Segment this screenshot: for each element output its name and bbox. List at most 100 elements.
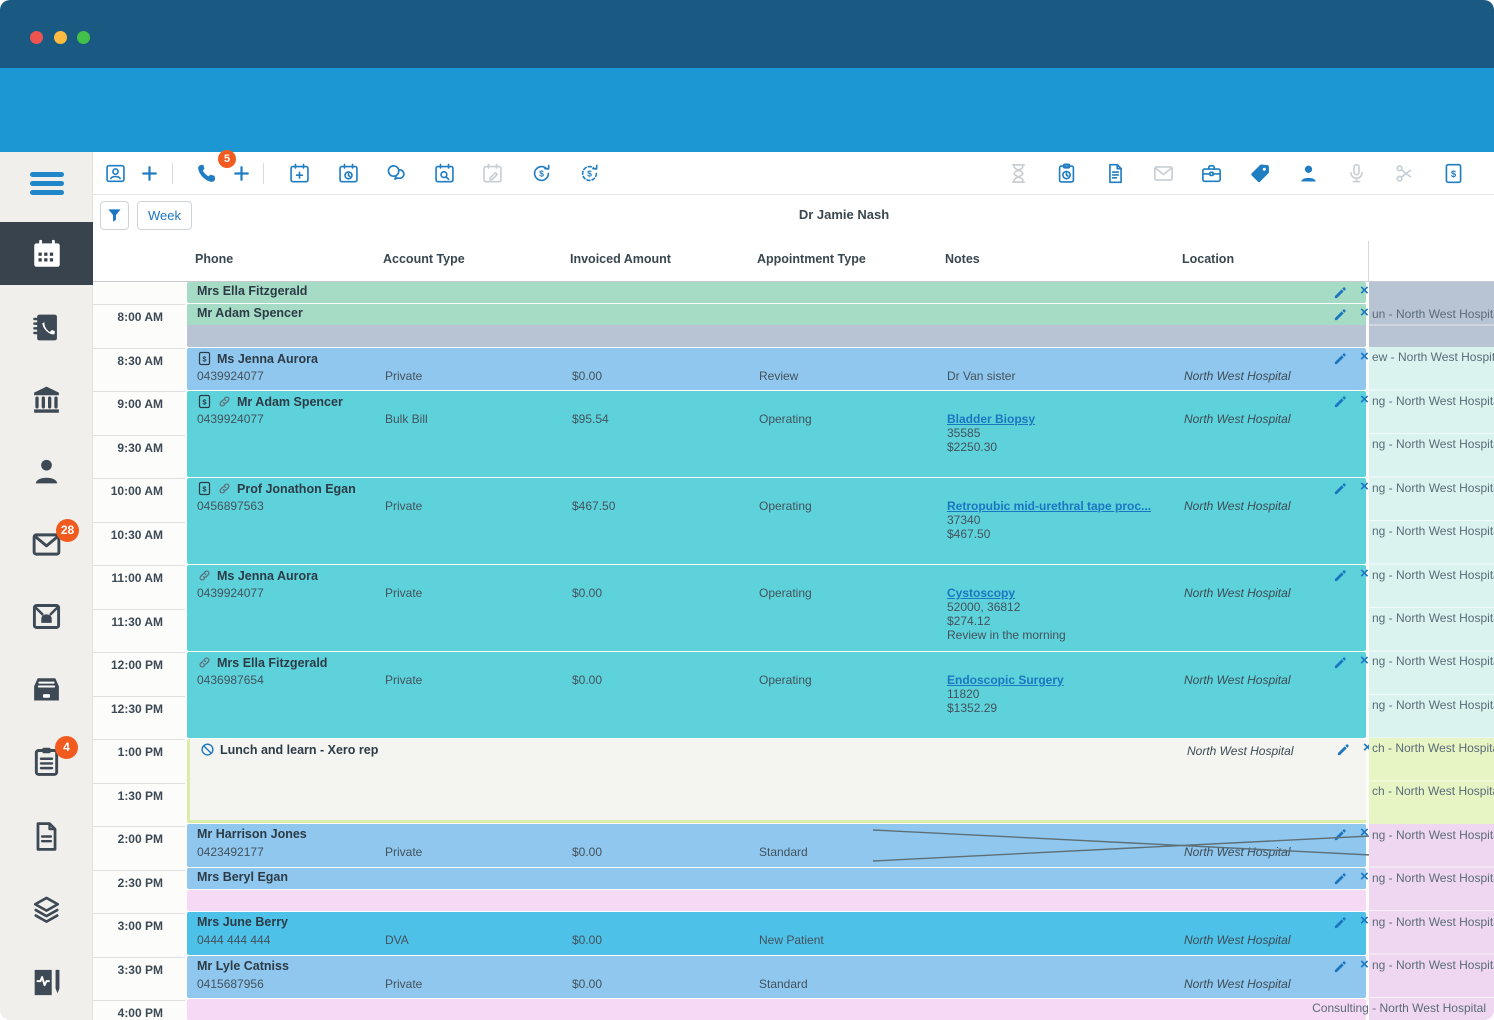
close-window-button[interactable] bbox=[30, 31, 43, 44]
appointment-block[interactable]: $Mr Adam Spencer×0439924077Bulk Bill$95.… bbox=[187, 391, 1366, 477]
tag-icon[interactable] bbox=[1248, 162, 1271, 185]
patient-name: $Ms Jenna Aurora bbox=[197, 351, 318, 366]
appointment-type: Review bbox=[759, 369, 798, 383]
calendar-edit-icon bbox=[481, 162, 504, 185]
calendar-reschedule-icon[interactable] bbox=[337, 162, 360, 185]
invoiced-amount: $0.00 bbox=[572, 369, 602, 383]
procedure-link[interactable]: Cystoscopy bbox=[947, 586, 1015, 600]
column-header: Invoiced Amount bbox=[570, 252, 671, 266]
sidebar-item-documents[interactable] bbox=[0, 820, 93, 853]
adjacent-appointment-label: un - North West Hospital bbox=[1372, 307, 1494, 321]
tasks-badge: 4 bbox=[55, 736, 78, 759]
procedure-link[interactable]: Endoscopic Surgery bbox=[947, 673, 1064, 687]
time-slot-line bbox=[93, 478, 185, 479]
svg-text:$: $ bbox=[202, 354, 207, 363]
phone-icon[interactable] bbox=[195, 162, 218, 185]
adjacent-appointment-label: ng - North West Hospital bbox=[1372, 611, 1494, 625]
adjacent-appointment-label: ng - North West Hospital bbox=[1372, 654, 1494, 668]
edit-appointment-icon[interactable] bbox=[1333, 307, 1348, 322]
practitioner-name: Dr Jamie Nash bbox=[734, 207, 954, 222]
procedure-link[interactable]: Retropubic mid-urethral tape proc... bbox=[947, 499, 1151, 513]
patient-icon[interactable] bbox=[1297, 162, 1320, 185]
sidebar-item-patients[interactable] bbox=[0, 455, 93, 488]
edit-appointment-icon[interactable] bbox=[1333, 915, 1348, 930]
time-label: 2:00 PM bbox=[118, 832, 163, 846]
minimize-window-button[interactable] bbox=[54, 31, 67, 44]
appointment-block[interactable]: $Ms Jenna Aurora×0439924077Private$0.00R… bbox=[187, 348, 1366, 390]
calendar-search-icon[interactable] bbox=[433, 162, 456, 185]
sidebar-item-layers[interactable] bbox=[0, 893, 93, 926]
appointment-block[interactable]: Mr Harrison Jones×0423492177Private$0.00… bbox=[187, 824, 1366, 867]
patient-phone: 0436987654 bbox=[197, 673, 264, 687]
appointment-note-line: $467.50 bbox=[947, 527, 990, 541]
tasks-clipboard-icon[interactable] bbox=[1055, 162, 1078, 185]
sidebar-item-holding[interactable] bbox=[0, 600, 93, 633]
sidebar-item-contacts[interactable] bbox=[0, 311, 93, 344]
filter-button[interactable] bbox=[100, 201, 129, 230]
mail-icon bbox=[1152, 162, 1175, 185]
appointment-type: Operating bbox=[759, 586, 812, 600]
sidebar-item-bank[interactable] bbox=[0, 383, 93, 416]
edit-appointment-icon[interactable] bbox=[1336, 742, 1351, 757]
edit-appointment-icon[interactable] bbox=[1333, 871, 1348, 886]
time-label: 3:30 PM bbox=[118, 963, 163, 977]
add-call-icon[interactable] bbox=[230, 162, 253, 185]
chat-icon[interactable] bbox=[385, 162, 408, 185]
edit-appointment-icon[interactable] bbox=[1333, 481, 1348, 496]
patient-card-icon[interactable] bbox=[104, 162, 127, 185]
appointment-location: North West Hospital bbox=[1184, 845, 1290, 859]
appointment-block[interactable]: Mrs June Berry×0444 444 444DVA$0.00New P… bbox=[187, 912, 1366, 955]
calendar-add-icon[interactable] bbox=[288, 162, 311, 185]
patient-name: Mrs June Berry bbox=[197, 915, 288, 929]
patient-phone: 0456897563 bbox=[197, 499, 264, 513]
appointment-type: New Patient bbox=[759, 933, 824, 947]
briefcase-icon[interactable] bbox=[1200, 162, 1223, 185]
time-gutter: 8:00 AM8:30 AM9:00 AM9:30 AM10:00 AM10:3… bbox=[93, 282, 185, 1020]
linked-appointment-icon bbox=[197, 655, 212, 670]
appointment-block[interactable]: Lunch and learn - Xero rep×North West Ho… bbox=[187, 739, 1366, 823]
maximize-window-button[interactable] bbox=[77, 31, 90, 44]
invoice-icon[interactable]: $ bbox=[1442, 162, 1465, 185]
appointment-block[interactable]: Mr Lyle Catniss×0415687956Private$0.00St… bbox=[187, 956, 1366, 998]
sidebar-item-calendar[interactable] bbox=[0, 222, 93, 285]
edit-appointment-icon[interactable] bbox=[1333, 285, 1348, 300]
week-button[interactable]: Week bbox=[137, 201, 192, 230]
appointment-block[interactable]: $Prof Jonathon Egan×0456897563Private$46… bbox=[187, 478, 1366, 564]
time-label: 12:30 PM bbox=[111, 702, 163, 716]
appointment-block[interactable]: Mr Adam Spencer× bbox=[187, 304, 1366, 347]
appointment-block[interactable]: Mrs Ella Fitzgerald× bbox=[187, 282, 1366, 303]
document-icon[interactable] bbox=[1104, 162, 1127, 185]
patient-name-text: Lunch and learn - Xero rep bbox=[220, 743, 378, 757]
appointment-block[interactable]: Ms Jenna Aurora×0439924077Private$0.00Op… bbox=[187, 565, 1366, 651]
sidebar-item-records[interactable] bbox=[0, 966, 93, 999]
invoiced-amount: $467.50 bbox=[572, 499, 615, 513]
time-slot-line bbox=[93, 565, 185, 566]
menu-icon[interactable] bbox=[30, 172, 64, 199]
payment-transfer-icon[interactable]: $ bbox=[578, 162, 601, 185]
edit-appointment-icon[interactable] bbox=[1333, 394, 1348, 409]
adjacent-schedule-column: un - North West Hospitalew - North West … bbox=[1368, 282, 1494, 1020]
appointment-note-line: $2250.30 bbox=[947, 440, 997, 454]
time-label: 8:30 AM bbox=[117, 354, 163, 368]
edit-appointment-icon[interactable] bbox=[1333, 351, 1348, 366]
column-header-row: PhoneAccount TypeInvoiced AmountAppointm… bbox=[93, 237, 1494, 282]
adjacent-appointment-label: ng - North West Hospital bbox=[1372, 828, 1494, 842]
patient-name-text: Mrs Ella Fitzgerald bbox=[217, 656, 327, 670]
edit-appointment-icon[interactable] bbox=[1333, 959, 1348, 974]
sidebar-item-tray[interactable] bbox=[0, 673, 93, 706]
account-type: Private bbox=[385, 977, 422, 991]
edit-appointment-icon[interactable] bbox=[1333, 827, 1348, 842]
sidebar-item-mail[interactable] bbox=[0, 528, 93, 561]
linked-appointment-icon bbox=[217, 481, 232, 496]
appointment-block[interactable]: Mrs Beryl Egan× bbox=[187, 868, 1366, 889]
add-patient-icon[interactable] bbox=[138, 162, 161, 185]
edit-appointment-icon[interactable] bbox=[1333, 655, 1348, 670]
payment-refresh-icon[interactable]: $ bbox=[530, 162, 553, 185]
sidebar-item-tasks[interactable] bbox=[0, 745, 93, 778]
appointment-block[interactable]: Mrs Ella Fitzgerald×0436987654Private$0.… bbox=[187, 652, 1366, 738]
time-slot-line bbox=[93, 522, 185, 523]
procedure-link[interactable]: Bladder Biopsy bbox=[947, 412, 1035, 426]
edit-appointment-icon[interactable] bbox=[1333, 568, 1348, 583]
adjacent-appointment-label: ng - North West Hospital bbox=[1372, 958, 1494, 972]
time-label: 1:30 PM bbox=[118, 789, 163, 803]
